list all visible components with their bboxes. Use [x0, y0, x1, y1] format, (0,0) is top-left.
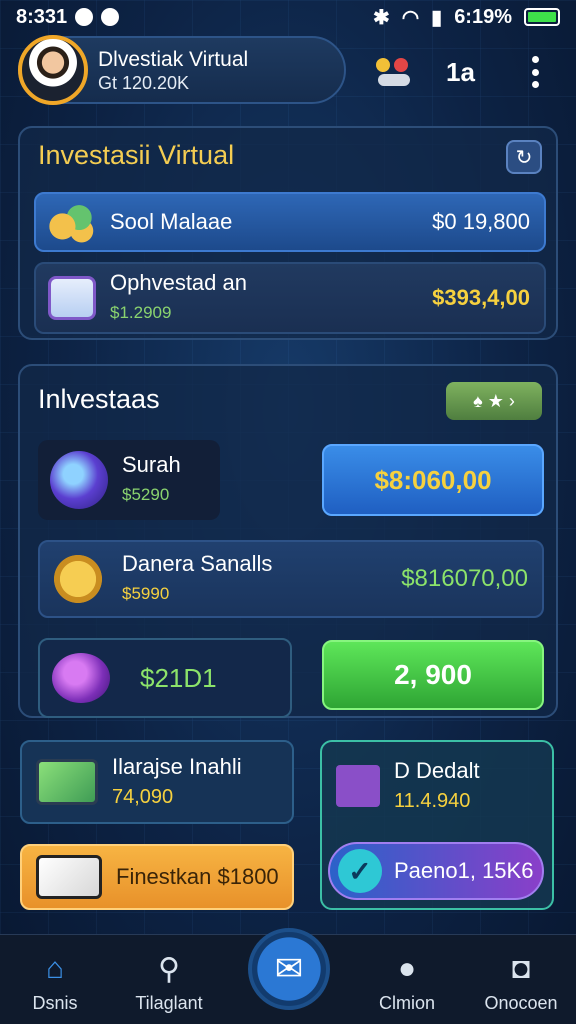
- item-sub: $5290: [122, 485, 170, 504]
- profile-header[interactable]: Dlvestiak Virtual Gt 120.20K: [18, 35, 346, 105]
- status-pill[interactable]: ✓ Paeno1, 15K6: [328, 842, 544, 900]
- nav-label: Onocoen: [484, 993, 558, 1013]
- virtual-investment-panel: Investasii Virtual ↻ Sool Malaae $0 19,8…: [18, 126, 558, 340]
- status-time: 8:331: [16, 5, 68, 28]
- mail-icon[interactable]: ✉: [248, 928, 330, 1010]
- box-icon: [336, 765, 380, 807]
- home-icon: ⌂: [45, 952, 65, 985]
- investment-item[interactable]: Danera Sanalls $5990 $816070,00: [38, 540, 544, 618]
- orb-icon: [50, 451, 108, 509]
- card-value: 74,090: [112, 786, 174, 808]
- investment-item[interactable]: $21D1: [38, 638, 292, 718]
- investment-item[interactable]: Surah $5290: [38, 440, 220, 520]
- top-actions: 1a: [372, 48, 562, 96]
- panel-title: Investasii Virtual: [38, 140, 235, 170]
- coins-icon: [48, 200, 96, 244]
- chat-icon: ●: [397, 952, 417, 985]
- top-count: 1a: [446, 56, 475, 87]
- chip-icon: [36, 855, 102, 899]
- investment-sub: $1.2909: [110, 303, 172, 322]
- nav-label: Clmion: [378, 993, 435, 1013]
- profile-name: Dlvestiak Virtual: [98, 47, 249, 71]
- card-title: D Dedalt: [394, 758, 480, 783]
- nav-profile[interactable]: ◘ Onocoen: [466, 949, 576, 1014]
- item-value-button[interactable]: $8:060,00: [322, 444, 544, 516]
- card[interactable]: D Dedalt 11.4.940 ✓ Paeno1, 15K6: [320, 740, 554, 910]
- nav-label: Dsnis: [32, 993, 78, 1013]
- panel-title: Inlvestaas: [38, 384, 160, 414]
- potion-icon: [52, 653, 110, 703]
- nav-label: Tilaglant: [135, 993, 203, 1013]
- battery-text: 6:19%: [454, 5, 512, 28]
- profile-subtitle: Gt 120.20K: [98, 72, 190, 93]
- investment-value: $393,4,00: [432, 285, 530, 310]
- nav-chat[interactable]: ● Clmion: [352, 949, 462, 1014]
- wifi-icon: ◠: [401, 6, 420, 29]
- battery-icon: [524, 8, 560, 26]
- notification-icon: [75, 8, 94, 26]
- nav-search[interactable]: ⚲ Tilaglant: [114, 949, 224, 1014]
- investment-label: Ophvestad an: [110, 270, 247, 295]
- signal-icon: ▮: [431, 6, 443, 29]
- item-sub: $5990: [122, 584, 170, 603]
- ticket-icon: [36, 759, 98, 805]
- notification-icon: [101, 8, 120, 26]
- item-name: Danera Sanalls: [122, 551, 273, 576]
- gold-coins-icon: [48, 553, 108, 605]
- pill-label: Paeno1, 15K6: [394, 858, 534, 883]
- check-icon: ✓: [338, 849, 382, 893]
- balance-value: $0 19,800: [432, 209, 530, 234]
- balance-label: Sool Malaae: [110, 209, 233, 234]
- filter-button[interactable]: ♠ ★ ›: [446, 382, 542, 420]
- bluetooth-icon: ✱: [372, 6, 390, 29]
- item-value: $8:060,00: [374, 464, 492, 495]
- card-label: Finestkan $1800: [116, 864, 279, 889]
- nav-home[interactable]: ⌂ Dsnis: [0, 949, 110, 1014]
- avatar[interactable]: [18, 35, 88, 105]
- balance-row[interactable]: Sool Malaae $0 19,800: [34, 192, 546, 252]
- item-value: $21D1: [140, 662, 217, 693]
- card[interactable]: Finestkan $1800: [20, 844, 294, 910]
- investments-panel: Inlvestaas ♠ ★ › Surah $5290 $8:060,00 D…: [18, 364, 558, 718]
- item-name: Surah: [122, 452, 181, 477]
- buy-label: 2, 900: [394, 659, 472, 690]
- item-value: $816070,00: [401, 565, 528, 592]
- people-icon[interactable]: [372, 52, 418, 92]
- refresh-icon[interactable]: ↻: [506, 140, 542, 174]
- card-value: 11.4.940: [394, 790, 471, 812]
- document-icon: [48, 276, 96, 320]
- card[interactable]: Ilarajse Inahli 74,090: [20, 740, 294, 824]
- more-menu-icon[interactable]: [530, 56, 540, 88]
- status-bar: 8:331 ✱ ◠ ▮ 6:19%: [0, 0, 576, 34]
- buy-button[interactable]: 2, 900: [322, 640, 544, 710]
- profile-icon: ◘: [511, 952, 531, 985]
- card-title: Ilarajse Inahli: [112, 754, 242, 779]
- investment-row[interactable]: Ophvestad an $1.2909 $393,4,00: [34, 262, 546, 334]
- search-icon: ⚲: [158, 952, 180, 986]
